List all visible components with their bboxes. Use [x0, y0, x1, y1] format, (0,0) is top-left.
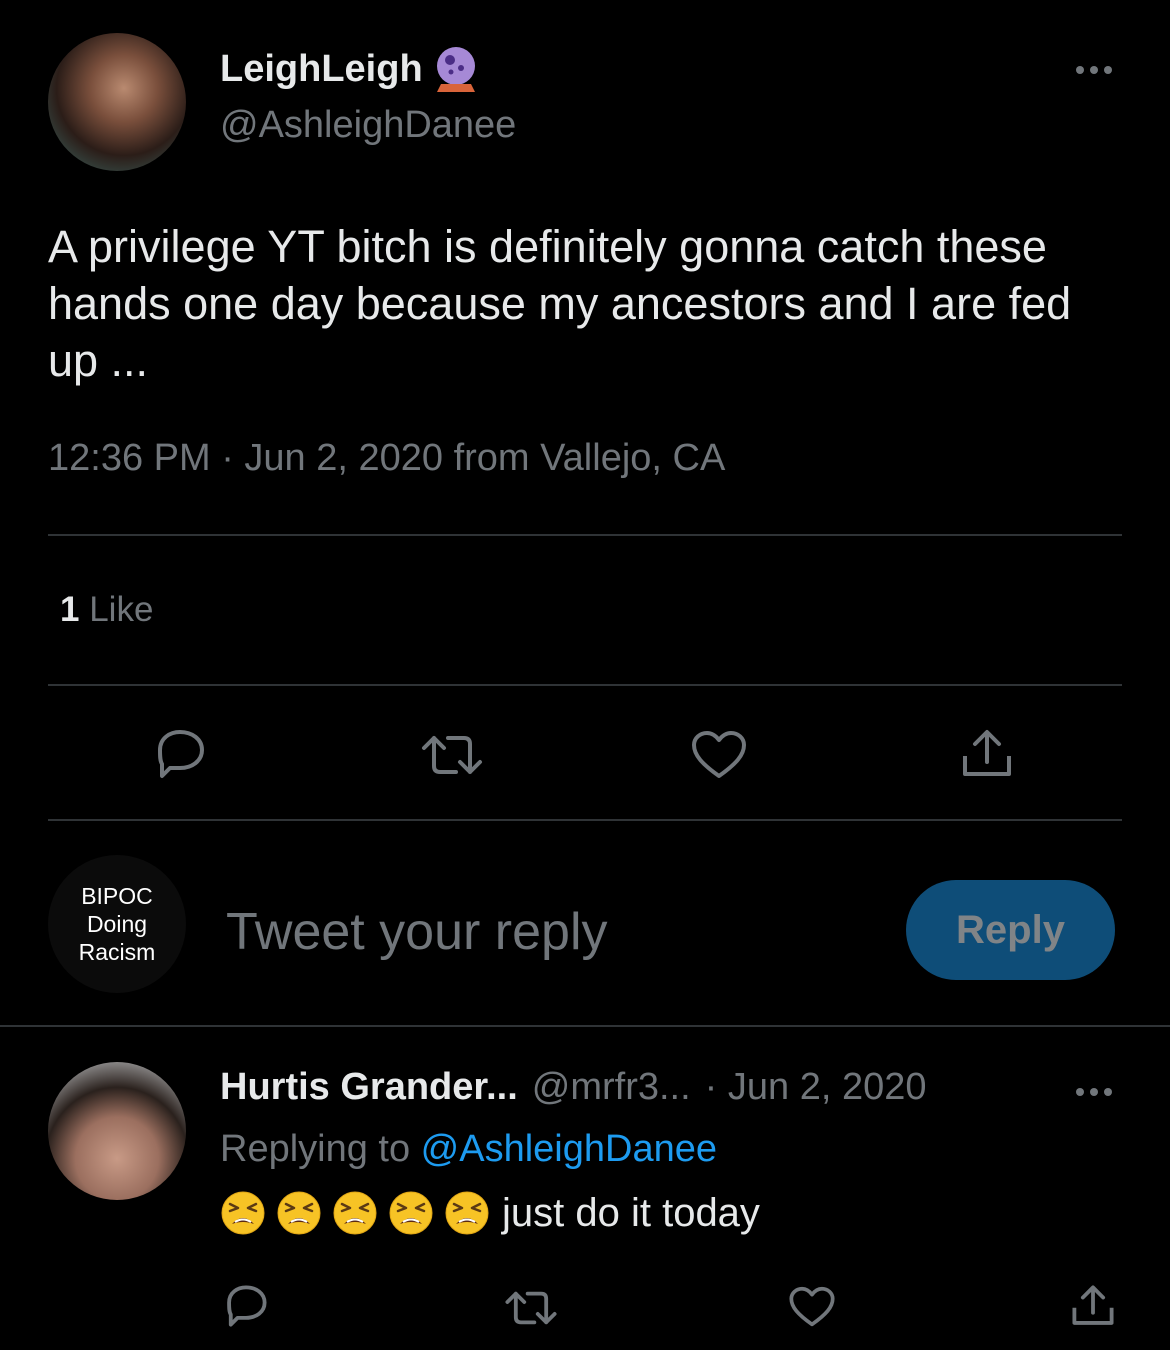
emoji-row	[220, 1190, 500, 1236]
reply-author-avatar[interactable]	[48, 1062, 186, 1200]
likes-count: 1	[60, 590, 80, 629]
author-name[interactable]: LeighLeigh	[220, 48, 423, 91]
reply-input[interactable]: Tweet your reply	[226, 902, 608, 962]
like-icon[interactable]	[788, 1286, 836, 1328]
reply-tweet-text: just do it today	[502, 1190, 760, 1235]
reply-more-options-icon[interactable]	[1076, 1088, 1112, 1096]
author-avatar[interactable]	[48, 33, 186, 171]
current-user-avatar[interactable]: BIPOC Doing Racism	[48, 855, 186, 993]
avatar-text-line: BIPOC	[81, 883, 153, 909]
tired-face-emoji	[444, 1190, 490, 1236]
divider	[0, 1025, 1170, 1027]
more-options-icon[interactable]	[1076, 66, 1112, 74]
crystal-ball-icon	[431, 44, 481, 94]
divider	[48, 819, 1122, 821]
likes-label: Like	[89, 590, 154, 629]
reply-tweet-body: just do it today	[220, 1190, 760, 1236]
author-handle[interactable]: @AshleighDanee	[220, 104, 516, 147]
reply-button[interactable]: Reply	[906, 880, 1115, 980]
avatar-text-line: Doing	[86, 911, 148, 937]
tired-face-emoji	[276, 1190, 322, 1236]
tired-face-emoji	[388, 1190, 434, 1236]
tweet-text: A privilege YT bitch is definitely gonna…	[48, 221, 1072, 386]
replying-to-link[interactable]: @AshleighDanee	[421, 1128, 717, 1170]
reply-author-name[interactable]: Hurtis Grander...	[220, 1066, 518, 1109]
tired-face-emoji	[332, 1190, 378, 1236]
replying-to-prefix: Replying to	[220, 1128, 421, 1170]
tired-face-emoji	[220, 1190, 266, 1236]
replying-to-line: Replying to @AshleighDanee	[220, 1128, 717, 1171]
share-icon[interactable]	[1070, 1284, 1116, 1328]
reply-date[interactable]: · Jun 2, 2020	[705, 1066, 927, 1109]
avatar-text-line: Racism	[78, 939, 156, 965]
like-icon[interactable]	[690, 730, 748, 780]
divider	[48, 684, 1122, 686]
reply-author-handle[interactable]: @mrfr3...	[532, 1066, 691, 1109]
share-icon[interactable]	[960, 728, 1014, 780]
tweet-timestamp: 12:36 PM · Jun 2, 2020 from Vallejo, CA	[48, 437, 726, 479]
retweet-icon[interactable]	[504, 1288, 558, 1328]
reply-button-label: Reply	[956, 907, 1065, 952]
reply-icon[interactable]	[152, 728, 208, 780]
retweet-icon[interactable]	[420, 732, 484, 778]
likes-stat[interactable]: 1 Like	[60, 590, 153, 630]
reply-icon[interactable]	[222, 1284, 270, 1328]
divider	[48, 534, 1122, 536]
